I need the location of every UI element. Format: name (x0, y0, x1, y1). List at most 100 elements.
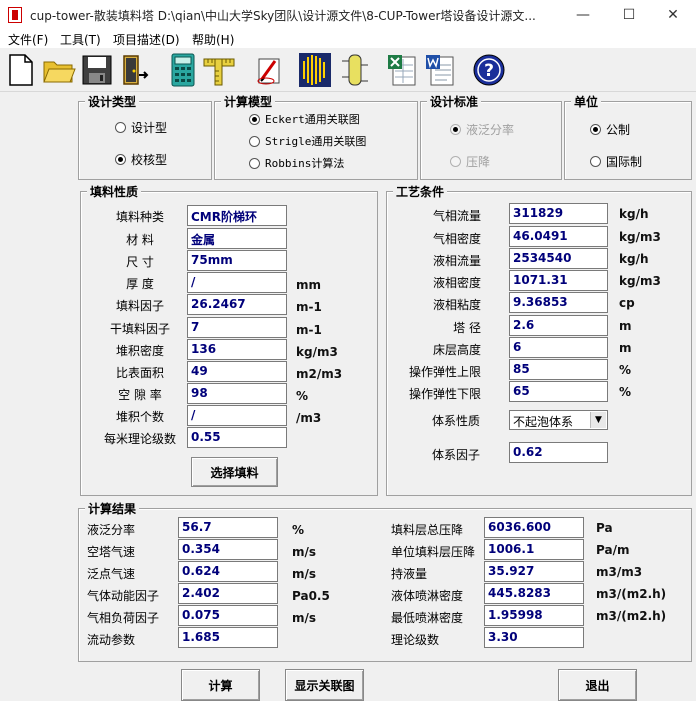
menu-help[interactable]: 帮助(H) (192, 31, 234, 48)
drawing-icon[interactable] (252, 52, 286, 88)
help-icon[interactable]: ? (472, 52, 506, 88)
result-unit: m3/(m2.h) (596, 609, 667, 623)
packing-unit: m-1 (296, 300, 322, 314)
radio-metric[interactable]: 公制 (590, 121, 630, 138)
excel-export-icon[interactable] (386, 52, 420, 88)
result-label: 填料层总压降 (391, 523, 464, 537)
packing-label: 填料因子 (115, 299, 164, 313)
new-file-icon[interactable] (4, 52, 38, 88)
radio-check-mode[interactable]: 校核型 (115, 151, 167, 168)
packing-unit: /m3 (296, 411, 322, 425)
result-label: 气相负荷因子 (87, 611, 160, 625)
maximize-button[interactable]: ☐ (606, 0, 652, 30)
system-nature-select[interactable]: 不起泡体系 ▼ (509, 410, 608, 430)
radio-eckert[interactable]: Eckert通用关联图 (249, 111, 360, 127)
exit-door-icon[interactable] (118, 52, 152, 88)
process-value-field[interactable]: 46.0491 (509, 226, 608, 247)
packing-value-field[interactable]: 49 (187, 361, 287, 382)
result-unit: m/s (292, 567, 317, 581)
word-export-icon[interactable] (424, 52, 458, 88)
save-disk-icon[interactable] (80, 52, 114, 88)
packing-value-field[interactable]: CMR阶梯环 (187, 205, 287, 226)
radio-si[interactable]: 国际制 (590, 153, 642, 170)
process-unit: kg/m3 (619, 274, 661, 288)
process-value-field[interactable]: 311829 (509, 203, 608, 224)
process-unit: cp (619, 296, 635, 310)
result-value-field: 1006.1 (484, 539, 584, 560)
radio-dot-selected (115, 154, 126, 165)
show-chart-button[interactable]: 显示关联图 (285, 669, 364, 701)
process-unit: m (619, 319, 632, 333)
process-value-field[interactable]: 9.36853 (509, 292, 608, 313)
result-value-field: 0.354 (178, 539, 278, 560)
calculator-icon[interactable] (166, 52, 200, 88)
packing-value-field[interactable]: 金属 (187, 228, 287, 249)
packing-value-field[interactable]: 26.2467 (187, 294, 287, 315)
open-folder-icon[interactable] (42, 52, 76, 88)
process-value-field[interactable]: 1071.31 (509, 270, 608, 291)
packing-label: 填料种类 (115, 210, 164, 224)
packing-label: 每米理论级数 (103, 432, 176, 446)
radio-strigle[interactable]: Strigle通用关联图 (249, 133, 366, 149)
ruler-icon[interactable] (202, 52, 236, 88)
process-unit: % (619, 363, 632, 377)
process-value-field[interactable]: 85 (509, 359, 608, 380)
process-value-field[interactable]: 65 (509, 381, 608, 402)
process-label: 液相粘度 (432, 298, 481, 312)
result-unit: Pa (596, 521, 613, 535)
radio-dot (249, 135, 260, 147)
menu-file[interactable]: 文件(F) (8, 31, 48, 48)
process-value-field[interactable]: 6 (509, 337, 608, 358)
svg-text:?: ? (484, 61, 494, 81)
design-type-group: 设计类型 (78, 93, 212, 180)
radio-label: 压降 (466, 155, 491, 169)
result-value-field: 6036.600 (484, 517, 584, 538)
packing-value-field[interactable]: 75mm (187, 250, 287, 271)
radio-label: 国际制 (606, 155, 643, 169)
results-title: 计算结果 (85, 500, 140, 517)
close-button[interactable]: ✕ (650, 0, 696, 30)
packing-value-field[interactable]: 98 (187, 383, 287, 404)
minimize-button[interactable]: — (560, 0, 606, 30)
app-icon (8, 7, 22, 23)
tower-icon[interactable] (338, 52, 372, 88)
select-packing-button[interactable]: 选择填料 (191, 457, 278, 487)
packing-unit: kg/m3 (296, 345, 338, 359)
process-value-field[interactable]: 2.6 (509, 315, 608, 336)
packing-value-field[interactable]: / (187, 272, 287, 293)
packing-unit: m-1 (296, 323, 322, 337)
packing-value-field[interactable]: 136 (187, 339, 287, 360)
process-conditions-title: 工艺条件 (393, 183, 448, 200)
process-label: 液相密度 (432, 276, 481, 290)
process-value-field[interactable]: 2534540 (509, 248, 608, 269)
result-label: 空塔气速 (87, 545, 136, 559)
process-label: 操作弹性上限 (408, 365, 481, 379)
radio-dot-selected (450, 124, 461, 135)
process-unit: kg/m3 (619, 230, 661, 244)
menu-bar (0, 30, 696, 48)
exit-button[interactable]: 退出 (558, 669, 637, 701)
packing-value-field[interactable]: / (187, 405, 287, 426)
radio-pressure-drop[interactable]: 压降 (450, 153, 490, 170)
chart-spray-icon[interactable] (298, 52, 332, 88)
radio-robbins[interactable]: Robbins计算法 (249, 155, 344, 171)
design-type-title: 设计类型 (85, 93, 140, 110)
process-label: 气相密度 (432, 232, 481, 246)
packing-value-field[interactable]: 0.55 (187, 427, 287, 448)
system-factor-field[interactable]: 0.62 (509, 442, 608, 463)
menu-tools[interactable]: 工具(T) (60, 31, 101, 48)
result-unit: % (292, 523, 305, 537)
design-standard-title: 设计标准 (427, 93, 482, 110)
radio-design-mode[interactable]: 设计型 (115, 119, 167, 136)
packing-value-field[interactable]: 7 (187, 317, 287, 338)
result-unit: Pa0.5 (292, 589, 330, 603)
result-label: 液泛分率 (87, 523, 136, 537)
result-value-field: 1.95998 (484, 605, 584, 626)
calculate-button[interactable]: 计算 (181, 669, 260, 701)
radio-dot (115, 122, 126, 133)
menu-project-description[interactable]: 项目描述(D) (113, 31, 180, 48)
process-label: 液相流量 (432, 254, 481, 268)
result-label: 液体喷淋密度 (391, 589, 464, 603)
radio-flood-fraction[interactable]: 液泛分率 (450, 121, 514, 138)
process-label: 气相流量 (432, 209, 481, 223)
